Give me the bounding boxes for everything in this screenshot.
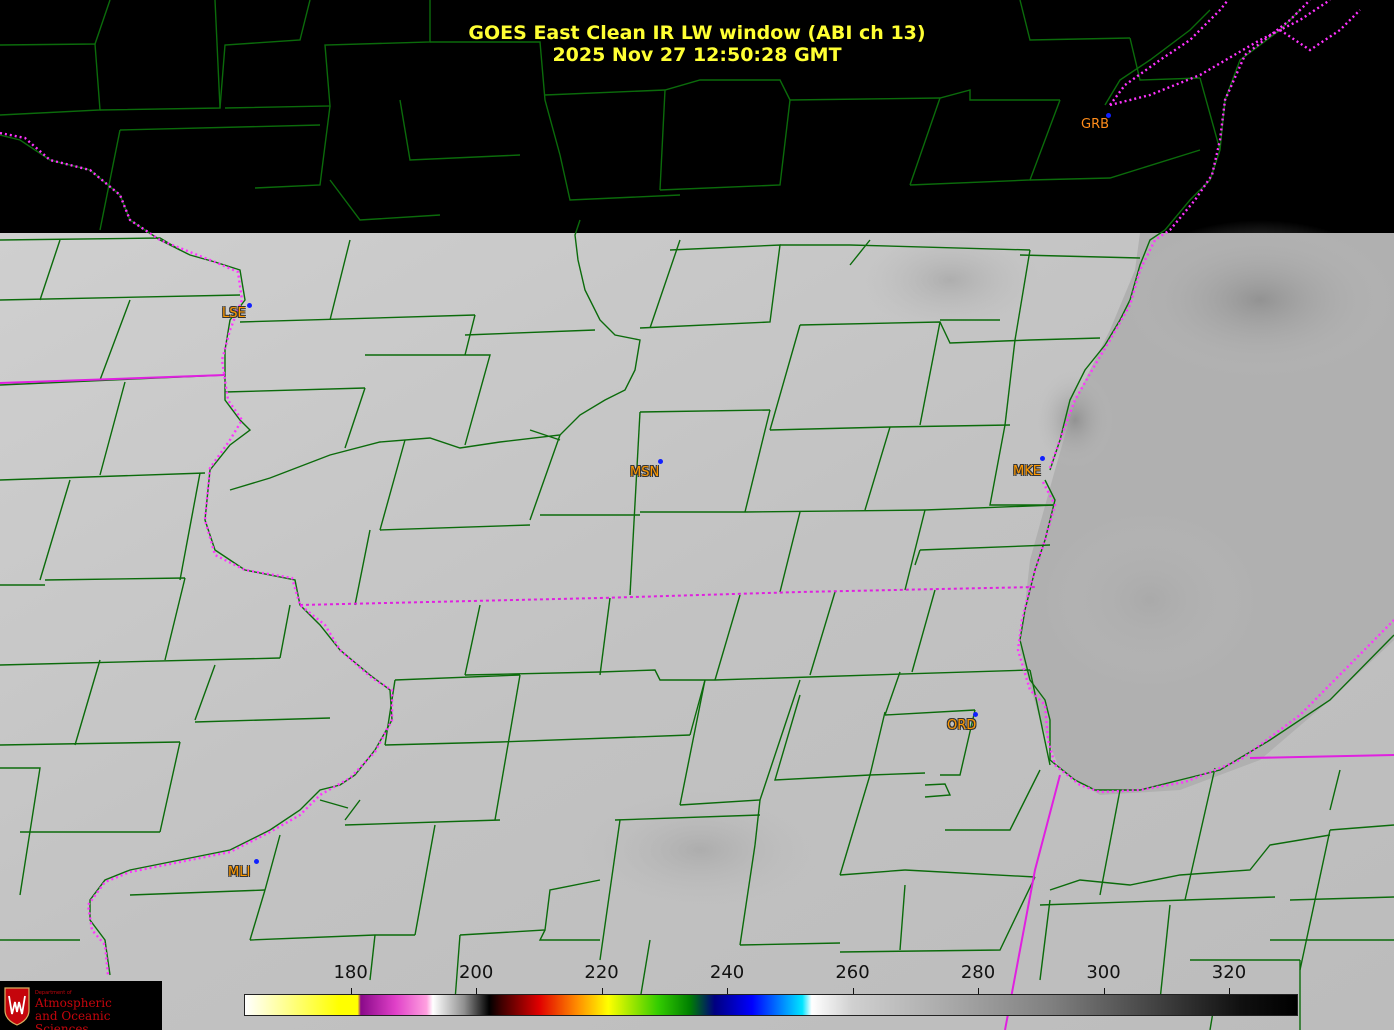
map-timestamp: 2025 Nov 27 12:50:28 GMT: [552, 44, 842, 66]
logo-text-line2: and Oceanic Sciences: [35, 1009, 111, 1030]
colorbar-tick-mark: [978, 988, 980, 994]
station-dot-mke: [1040, 456, 1045, 461]
colorbar-tick-mark: [350, 988, 352, 994]
map-title: GOES East Clean IR LW window (ABI ch 13): [468, 22, 926, 44]
station-label-mli: MLI: [228, 865, 251, 880]
cloud-patch: [860, 230, 1040, 330]
station-label-ord: ORD: [947, 718, 977, 733]
station-label-mke: MKE: [1013, 464, 1041, 479]
colorbar-tick-label: 260: [835, 962, 870, 983]
station-dot-mli: [254, 859, 259, 864]
station-dot-lse: [247, 303, 252, 308]
aos-logo: Department of Atmospheric and Oceanic Sc…: [0, 981, 162, 1030]
satellite-viewer: GOES East Clean IR LW window (ABI ch 13)…: [0, 0, 1394, 1030]
cloud-patch: [1040, 510, 1260, 690]
cloud-patch: [1035, 370, 1115, 470]
colorbar-tick-label: 200: [458, 962, 494, 983]
colorbar-tick-label: 300: [1086, 962, 1121, 983]
station-label-msn: MSN: [630, 465, 660, 480]
satellite-map: [0, 0, 1394, 1030]
colorbar-tick-label: 280: [960, 962, 996, 983]
station-label-grb: GRB: [1081, 117, 1110, 132]
colorbar-tick-mark: [852, 988, 854, 994]
cloud-patch: [1120, 220, 1394, 380]
colorbar-tick-mark: [727, 988, 729, 994]
station-label-lse: LSE: [222, 306, 246, 321]
colorbar-tick-label: 180: [333, 962, 368, 983]
station-dot-msn: [658, 459, 663, 464]
colorbar-tick-label: 320: [1211, 962, 1247, 983]
colorbar-tick-mark: [601, 988, 603, 994]
uw-crest-icon: [4, 987, 30, 1026]
colorbar-tick-mark: [476, 988, 478, 994]
colorbar-tick-mark: [1103, 988, 1105, 994]
colorbar-tick-label: 240: [709, 962, 745, 983]
colorbar-tick-label: 220: [584, 962, 619, 983]
station-dot-ord: [973, 712, 978, 717]
colorbar-tick-mark: [1228, 988, 1230, 994]
temperature-colorbar: [244, 994, 1298, 1016]
